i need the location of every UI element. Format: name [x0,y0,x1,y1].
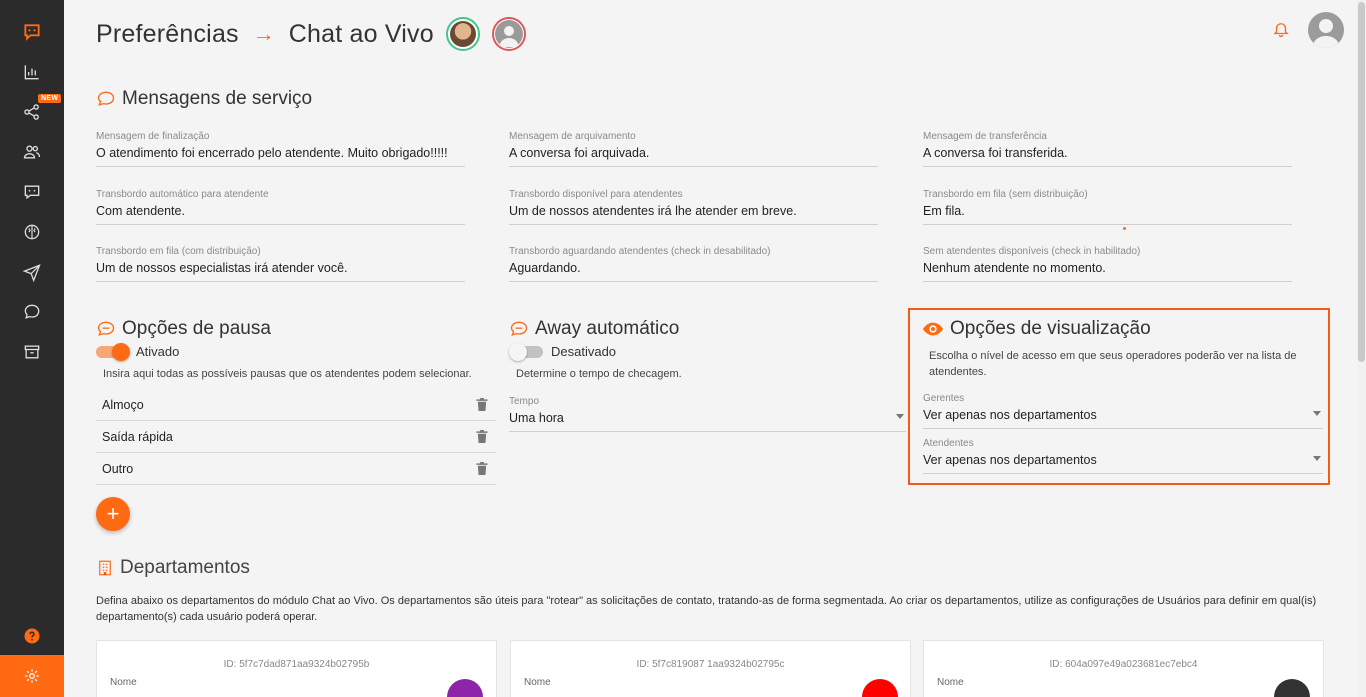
breadcrumb-arrow: → [252,21,275,46]
speech-bubble-icon [97,91,115,106]
visibility-description: Escolha o nível de acesso em que seus op… [929,350,1297,378]
trash-icon[interactable] [476,398,488,411]
question-circle-icon[interactable] [0,624,64,648]
department-card[interactable]: ID: 5f7c819087 1aa9324b02795c Nome [510,640,911,697]
scrollbar[interactable] [1357,0,1366,697]
users-icon[interactable] [0,132,64,172]
speech-bubble-dots-icon [97,321,115,336]
message-field[interactable]: Sem atendentes disponíveis (check in hab… [923,246,1292,282]
message-field[interactable]: Mensagem de transferência A conversa foi … [923,131,1292,167]
caret-down-icon [896,414,904,419]
message-field[interactable]: Transbordo disponível para atendentes Um … [509,189,878,225]
away-time-select[interactable]: Tempo Uma hora [509,396,906,432]
agents-select[interactable]: Atendentes Ver apenas nos departamentos [923,438,1323,474]
pause-item[interactable]: Almoço [96,389,496,421]
toggle-switch[interactable] [96,342,130,361]
pause-item[interactable]: Saída rápida [96,421,496,453]
eye-icon [922,322,944,336]
bar-chart-icon[interactable] [0,52,64,92]
user-avatar[interactable] [1308,12,1344,48]
away-hint: Determine o tempo de checagem. [516,368,682,380]
chat-bubble-square-icon[interactable] [0,172,64,212]
department-color[interactable] [862,679,898,697]
trash-icon[interactable] [476,430,488,443]
away-toggle[interactable]: Desativado [509,342,616,361]
managers-select[interactable]: Gerentes Ver apenas nos departamentos [923,393,1323,429]
new-badge: NEW [38,94,62,103]
pause-options-title: Opções de pausa [96,318,271,340]
message-field[interactable]: Transbordo em fila (com distribuição) Um … [96,246,465,282]
pause-hint: Insira aqui todas as possíveis pausas qu… [103,368,472,380]
brain-icon[interactable] [0,212,64,252]
department-card[interactable]: ID: 5f7c7dad871aa9324b02795b Nome [96,640,497,697]
scrollbar-thumb[interactable] [1358,2,1365,362]
page-title: Preferências [96,19,239,48]
sidebar: NEW [0,0,64,697]
pause-item[interactable]: Outro [96,453,496,485]
caret-down-icon [1313,456,1321,461]
avatar[interactable] [491,17,526,51]
message-field[interactable]: Mensagem de finalização O atendimento foi… [96,131,465,167]
visibility-title: Opções de visualização [922,318,1151,340]
message-field[interactable]: Transbordo aguardando atendentes (check … [509,246,878,282]
away-title: Away automático [509,318,679,340]
message-field[interactable]: Transbordo automático para atendente Com … [96,189,465,225]
caret-down-icon [1313,411,1321,416]
chat-logo-icon[interactable] [0,12,64,52]
building-icon [99,560,111,576]
departments-title: Departamentos [96,557,250,579]
avatar[interactable] [445,17,480,51]
department-color[interactable] [447,679,483,697]
speech-bubble-dots-icon [510,321,528,336]
gear-icon[interactable] [0,655,64,697]
trash-icon[interactable] [476,462,488,475]
department-card[interactable]: ID: 604a097e49a023681ec7ebc4 Nome [923,640,1324,697]
message-field[interactable]: Transbordo em fila (sem distribuição) Em … [923,189,1292,225]
page-header: Preferências → Chat ao Vivo [96,14,526,54]
page-subtitle: Chat ao Vivo [288,19,434,48]
text-cursor [1123,227,1126,230]
paper-plane-icon[interactable] [0,252,64,292]
message-circle-icon[interactable] [0,292,64,332]
add-pause-button[interactable]: + [96,497,130,531]
service-messages-title: Mensagens de serviço [96,88,312,110]
message-field[interactable]: Mensagem de arquivamento A conversa foi a… [509,131,878,167]
archive-icon[interactable] [0,332,64,372]
departments-description: Defina abaixo os departamentos do módulo… [96,595,1317,623]
department-color[interactable] [1274,679,1310,697]
toggle-switch[interactable] [509,342,543,361]
bell-icon[interactable] [1272,20,1290,43]
pause-toggle[interactable]: Ativado [96,342,179,361]
